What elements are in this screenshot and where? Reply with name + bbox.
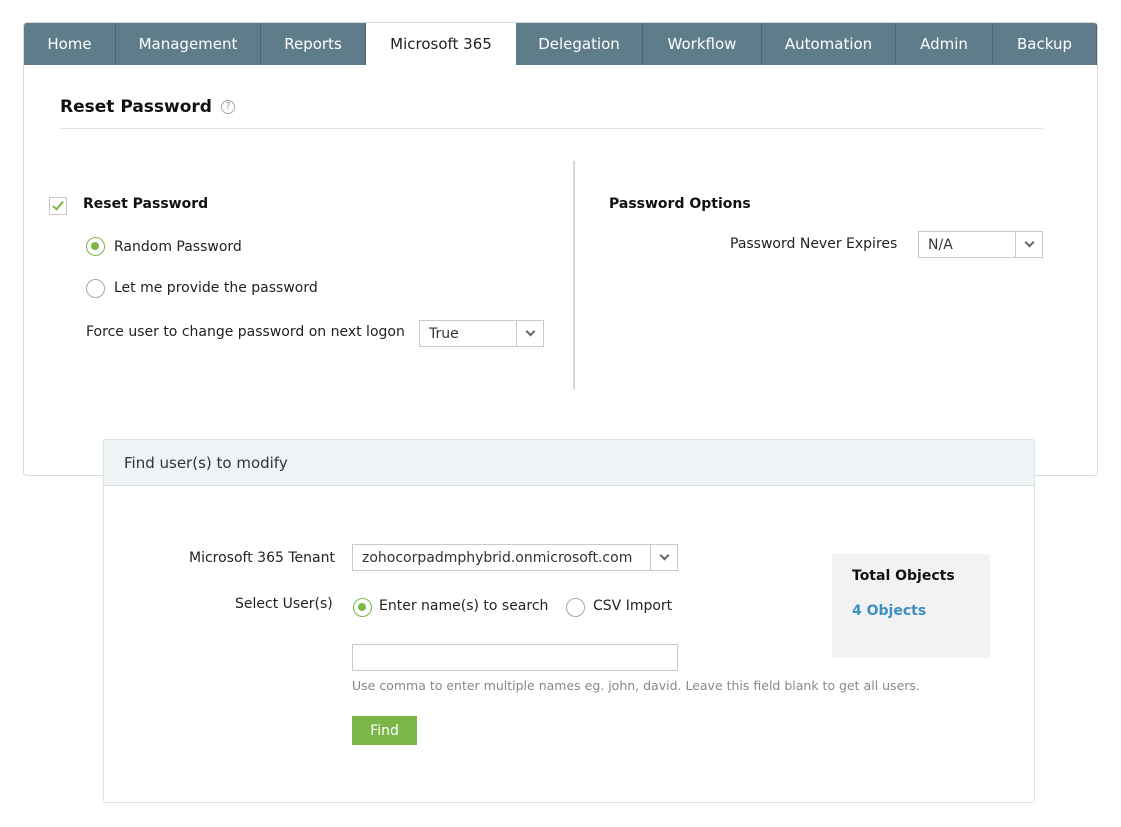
tenant-label: Microsoft 365 Tenant — [189, 550, 335, 566]
tab-backup[interactable]: Backup — [993, 23, 1097, 65]
never-expires-label: Password Never Expires — [730, 236, 898, 252]
force-change-label: Force user to change password on next lo… — [86, 324, 405, 340]
reset-password-card: Home Management Reports Microsoft 365 De… — [23, 22, 1098, 476]
provide-password-label: Let me provide the password — [114, 280, 318, 296]
check-icon — [52, 198, 64, 211]
chevron-down-icon[interactable] — [650, 545, 677, 570]
main-tab-bar: Home Management Reports Microsoft 365 De… — [24, 23, 1097, 65]
tab-home[interactable]: Home — [24, 23, 116, 65]
never-expires-select[interactable]: N/A — [918, 231, 1043, 258]
tab-microsoft-365[interactable]: Microsoft 365 — [366, 23, 516, 65]
total-objects-link[interactable]: 4 Objects — [852, 603, 926, 619]
tab-reports[interactable]: Reports — [261, 23, 366, 65]
never-expires-value: N/A — [928, 236, 953, 253]
find-users-header: Find user(s) to modify — [104, 440, 1034, 486]
names-search-input[interactable] — [352, 644, 678, 671]
total-objects-box: Total Objects 4 Objects — [832, 554, 990, 658]
question-circle-icon[interactable]: ? — [220, 100, 235, 114]
tab-admin[interactable]: Admin — [896, 23, 993, 65]
tab-workflow[interactable]: Workflow — [643, 23, 762, 65]
title-divider — [60, 128, 1043, 129]
csv-import-radio[interactable] — [566, 598, 585, 617]
reset-password-checkbox[interactable] — [49, 197, 67, 215]
reset-password-label: Reset Password — [83, 196, 209, 212]
page-title-text: Reset Password — [60, 97, 212, 117]
chevron-down-icon[interactable] — [1015, 232, 1042, 257]
search-names-label: Enter name(s) to search — [379, 598, 549, 614]
chevron-down-icon[interactable] — [516, 321, 543, 346]
provide-password-radio[interactable] — [86, 279, 105, 298]
tab-delegation[interactable]: Delegation — [516, 23, 643, 65]
search-names-radio[interactable] — [353, 598, 372, 617]
tab-automation[interactable]: Automation — [762, 23, 896, 65]
force-change-value: True — [429, 325, 459, 342]
total-objects-title: Total Objects — [852, 568, 955, 584]
tenant-select[interactable]: zohocorpadmphybrid.onmicrosoft.com — [352, 544, 678, 571]
column-divider — [573, 161, 575, 389]
csv-import-label: CSV Import — [593, 598, 673, 614]
tenant-value: zohocorpadmphybrid.onmicrosoft.com — [362, 549, 633, 566]
page-title: Reset Password ? — [60, 97, 235, 117]
random-password-radio[interactable] — [86, 237, 105, 256]
select-users-label: Select User(s) — [235, 596, 333, 612]
force-change-select[interactable]: True — [419, 320, 544, 347]
find-users-card: Find user(s) to modify Microsoft 365 Ten… — [103, 439, 1035, 803]
find-button[interactable]: Find — [352, 716, 417, 745]
password-options-heading: Password Options — [609, 196, 751, 212]
random-password-label: Random Password — [114, 239, 242, 255]
names-hint: Use comma to enter multiple names eg. jo… — [352, 678, 920, 693]
tab-management[interactable]: Management — [116, 23, 261, 65]
